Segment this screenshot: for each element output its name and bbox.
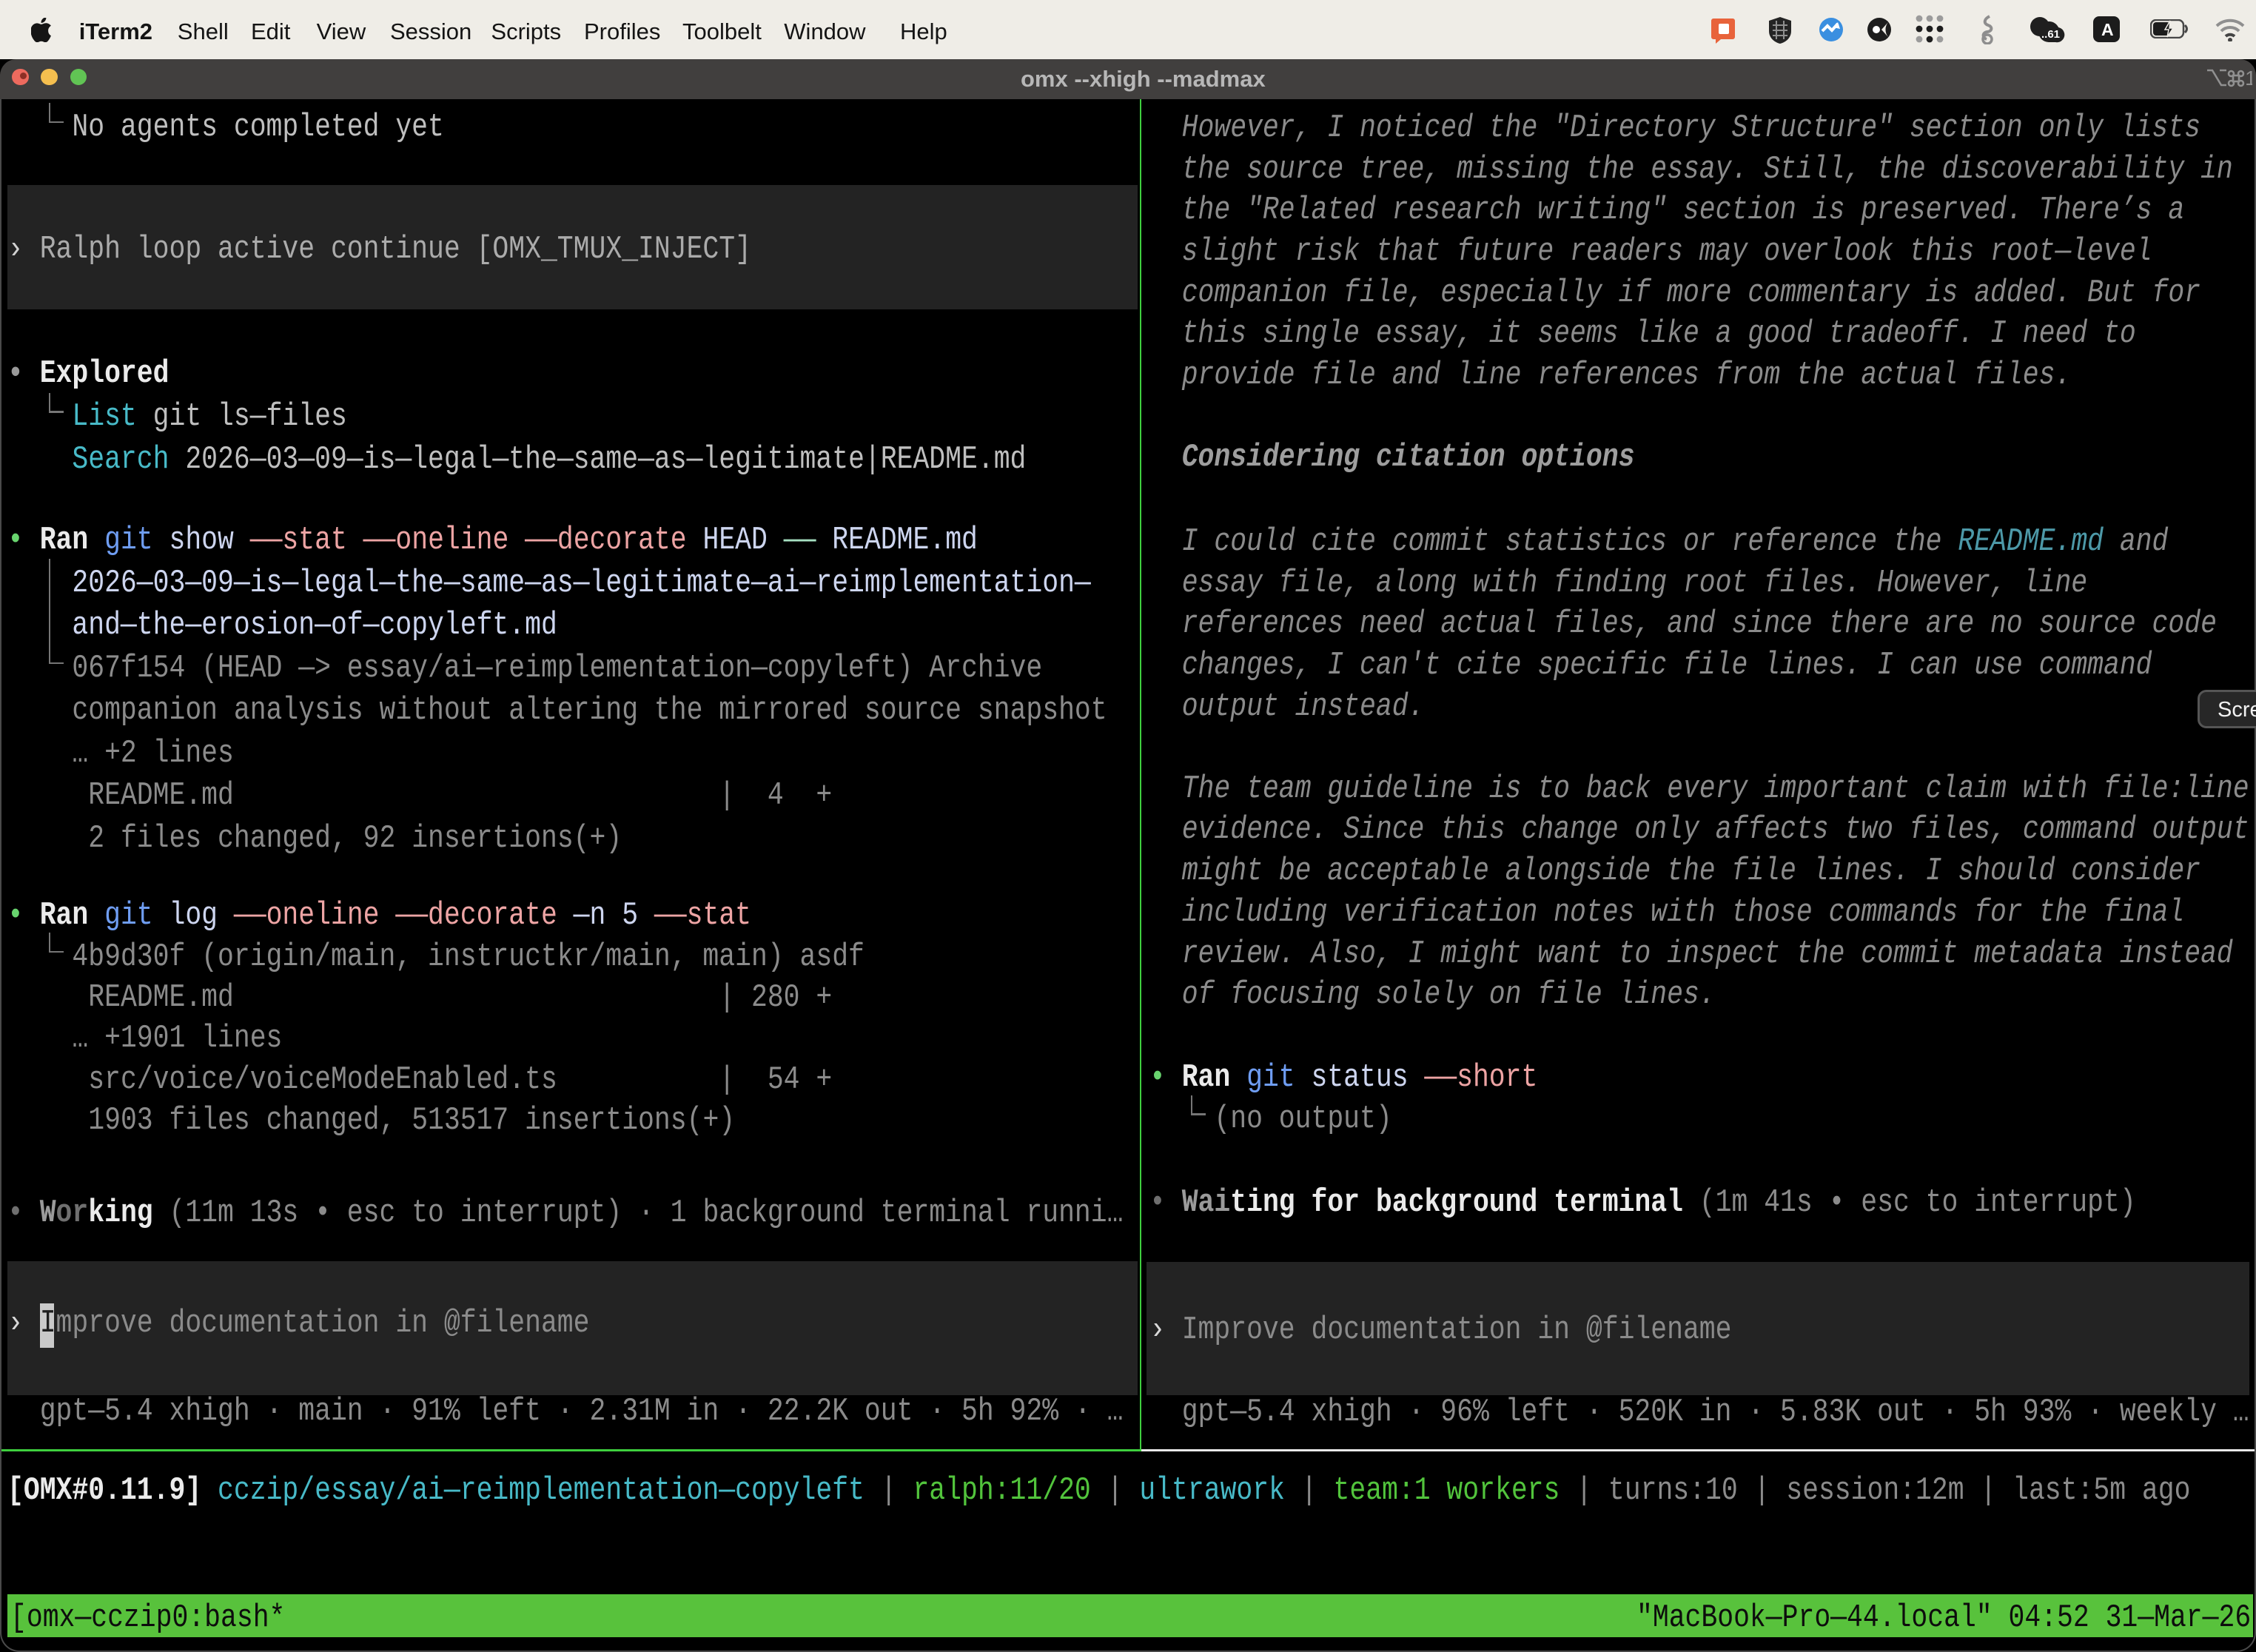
svg-text:..61: ..61 — [2041, 28, 2060, 41]
svg-text:A: A — [2101, 20, 2114, 39]
svg-text:1: 1 — [2245, 67, 2252, 90]
